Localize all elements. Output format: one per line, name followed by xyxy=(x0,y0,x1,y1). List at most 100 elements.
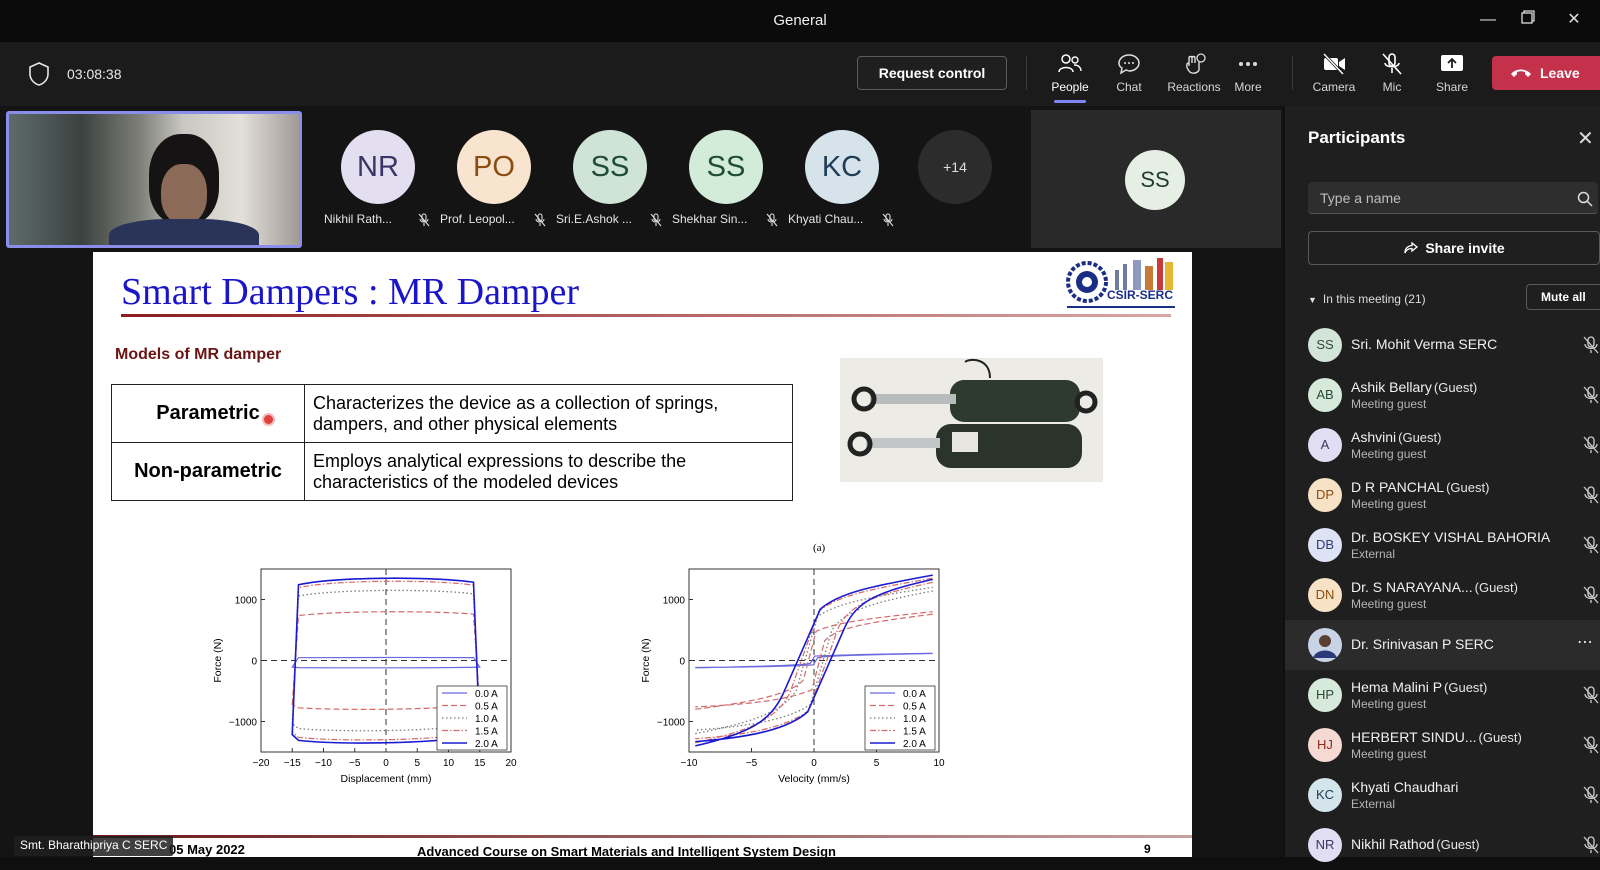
participant-search-input[interactable] xyxy=(1308,182,1598,214)
participant-avatar: DP xyxy=(1308,478,1342,512)
self-video-tile[interactable] xyxy=(6,111,302,248)
more-button[interactable]: More xyxy=(1220,50,1276,102)
mic-muted-icon xyxy=(1583,586,1599,609)
participant-row[interactable]: DP D R PANCHAL (Guest) Meeting guest xyxy=(1285,470,1600,520)
legend-label: 1.0 A xyxy=(475,714,498,725)
footer-rule xyxy=(93,835,1192,838)
toolbar-divider xyxy=(1026,56,1027,90)
mic-muted-icon xyxy=(1583,836,1599,859)
toolbar-divider xyxy=(1292,56,1293,90)
large-participant-tile[interactable]: SS xyxy=(1031,110,1281,248)
x-tick-label: −5 xyxy=(349,758,361,769)
camera-button[interactable]: Camera xyxy=(1306,50,1362,102)
participant-name: Nikhil Rathod (Guest) xyxy=(1351,836,1480,852)
participant-avatar: SS xyxy=(1308,328,1342,362)
section-heading: Models of MR damper xyxy=(115,346,282,363)
share-icon xyxy=(1404,241,1419,254)
mic-muted-icon xyxy=(1583,486,1599,509)
minimize-icon[interactable]: — xyxy=(1474,8,1502,32)
mic-button[interactable]: Mic xyxy=(1364,50,1420,102)
close-panel-icon[interactable]: ✕ xyxy=(1577,126,1594,151)
participant-row[interactable]: DB Dr. BOSKEY VISHAL BAHORIA External xyxy=(1285,520,1600,570)
share-invite-button[interactable]: Share invite xyxy=(1308,231,1600,265)
more-label: More xyxy=(1234,80,1262,94)
leave-button[interactable]: Leave xyxy=(1492,56,1600,90)
guest-tag: (Guest) xyxy=(1436,837,1480,852)
participant-row[interactable]: SS Sri. Mohit Verma SERC xyxy=(1285,320,1600,370)
x-tick-label: 10 xyxy=(933,758,945,769)
participant-role: Meeting guest xyxy=(1351,697,1427,711)
participant-row[interactable]: NR Nikhil Rathod (Guest) xyxy=(1285,820,1600,870)
participant-tile[interactable]: PO Prof. Leopol... xyxy=(440,126,550,236)
reactions-icon xyxy=(1186,53,1206,74)
reactions-label: Reactions xyxy=(1167,80,1221,94)
mute-all-button[interactable]: Mute all xyxy=(1526,284,1600,310)
share-screen-icon xyxy=(1441,55,1463,71)
participant-role: Meeting guest xyxy=(1351,397,1427,411)
participant-tile[interactable]: SS Sri.E.Ashok ... xyxy=(556,126,666,236)
participant-avatar: DN xyxy=(1308,578,1342,612)
request-control-button[interactable]: Request control xyxy=(857,56,1007,90)
participant-row[interactable]: HP Hema Malini P (Guest) Meeting guest xyxy=(1285,670,1600,720)
participant-row[interactable]: AB Ashik Bellary (Guest) Meeting guest xyxy=(1285,370,1600,420)
legend-label: 0.0 A xyxy=(475,689,498,700)
share-invite-label: Share invite xyxy=(1425,240,1505,256)
y-tick-label: 0 xyxy=(679,657,685,668)
participant-row[interactable]: DN Dr. S NARAYANA... (Guest) Meeting guest xyxy=(1285,570,1600,620)
x-tick-label: −10 xyxy=(315,758,332,769)
more-participants-button[interactable]: +14 xyxy=(918,130,992,204)
participant-tile[interactable]: KC Khyati Chau... xyxy=(788,126,898,236)
mic-muted-icon xyxy=(1583,686,1599,709)
chat-icon xyxy=(1118,54,1140,75)
search-icon xyxy=(1577,191,1593,207)
participant-row[interactable]: Dr. Srinivasan P SERC ⋯ xyxy=(1285,620,1600,670)
more-icon xyxy=(1239,62,1257,66)
x-axis-label: Displacement (mm) xyxy=(340,773,431,785)
presenter-name-tag: Smt. Bharathipriya C SERC xyxy=(14,836,174,856)
participant-row[interactable]: KC Khyati Chaudhari External xyxy=(1285,770,1600,820)
participant-name: Dr. Srinivasan P SERC xyxy=(1351,636,1494,652)
close-window-icon[interactable]: ✕ xyxy=(1560,8,1588,32)
y-axis-label: Force (N) xyxy=(212,638,224,682)
mic-muted-icon xyxy=(1583,786,1599,809)
figure-caption: (a) xyxy=(813,542,826,554)
y-tick-label: −1000 xyxy=(229,718,258,729)
people-button[interactable]: People xyxy=(1042,50,1098,103)
y-tick-label: 1000 xyxy=(663,596,686,607)
mic-muted-icon xyxy=(1583,536,1599,559)
participant-avatar: KC xyxy=(805,130,879,204)
guest-tag: (Guest) xyxy=(1444,680,1488,695)
in-meeting-header[interactable]: ▼ In this meeting (21) xyxy=(1308,292,1426,306)
share-label: Share xyxy=(1435,80,1469,94)
legend-label: 1.5 A xyxy=(903,727,926,738)
share-button[interactable]: Share xyxy=(1424,50,1480,102)
guest-tag: (Guest) xyxy=(1478,730,1522,745)
x-tick-label: 5 xyxy=(874,758,880,769)
legend-label: 0.5 A xyxy=(903,702,926,713)
participant-row[interactable]: HJ HERBERT SINDU... (Guest) Meeting guest xyxy=(1285,720,1600,770)
force-velocity-chart: −10 −5 0 5 10 1000 0 −1000 Velocity (mm/s) Force … xyxy=(640,568,945,785)
participant-role: Meeting guest xyxy=(1351,497,1427,511)
participant-tile[interactable]: NR Nikhil Rath... xyxy=(324,126,434,236)
more-options-icon[interactable]: ⋯ xyxy=(1577,632,1593,652)
participant-tile[interactable]: SS Shekhar Sin... xyxy=(672,126,782,236)
hang-up-icon xyxy=(1511,69,1531,77)
chat-button[interactable]: Chat xyxy=(1101,50,1157,102)
force-displacement-chart: −20 −15 −10 −5 0 5 10 15 20 1000 0 −1000 Displacemen… xyxy=(212,568,517,785)
participant-name: HERBERT SINDU... (Guest) xyxy=(1351,729,1522,745)
restore-icon[interactable] xyxy=(1514,8,1542,32)
table-row: Parametric Characterizes the device as a… xyxy=(111,384,793,443)
mic-muted-icon xyxy=(882,213,894,232)
participant-name: D R PANCHAL (Guest) xyxy=(1351,479,1490,495)
participant-row[interactable]: A Ashvini (Guest) Meeting guest xyxy=(1285,420,1600,470)
models-table: Parametric Characterizes the device as a… xyxy=(111,384,793,501)
participant-avatar: SS xyxy=(1125,150,1185,210)
participant-avatar: PO xyxy=(457,130,531,204)
participant-role: Meeting guest xyxy=(1351,747,1427,761)
window-title: General xyxy=(773,12,827,29)
legend-label: 2.0 A xyxy=(903,739,926,750)
mic-label: Mic xyxy=(1382,80,1402,94)
x-tick-label: 0 xyxy=(811,758,817,769)
x-tick-label: 0 xyxy=(383,758,389,769)
reactions-button[interactable]: Reactions xyxy=(1160,50,1228,102)
